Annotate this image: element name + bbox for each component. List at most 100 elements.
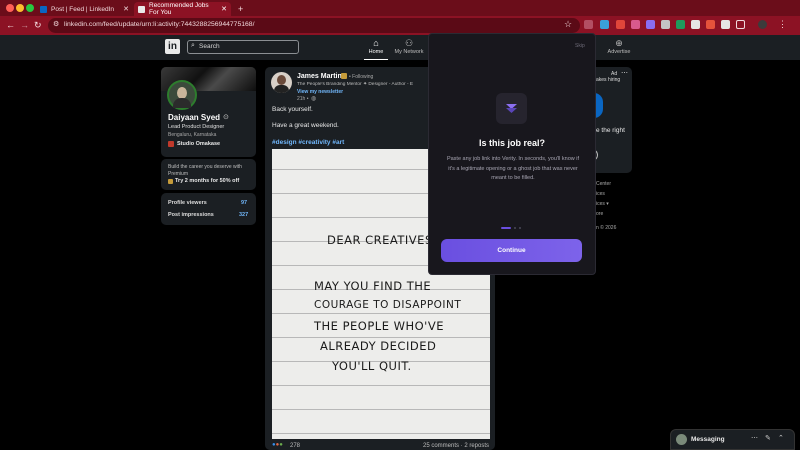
image-handwriting-line: DEAR CREATIVES	[327, 233, 433, 247]
close-window-button[interactable]	[6, 4, 14, 12]
reactions-icon: ●●●	[272, 442, 283, 448]
browser-tab-bar: Post | Feed | LinkedIn ✕ Recommended Job…	[0, 0, 800, 16]
reactions-count[interactable]: 278	[290, 443, 300, 449]
stat-label: Profile viewers	[168, 200, 207, 206]
popup-title: Is this job real?	[478, 138, 545, 148]
author-avatar[interactable]	[271, 72, 292, 93]
maximize-window-button[interactable]	[26, 4, 34, 12]
chevron-up-icon[interactable]: ⌃	[778, 434, 784, 442]
extensions-puzzle-icon[interactable]	[736, 20, 745, 29]
nav-label: My Network	[394, 49, 424, 55]
premium-cta[interactable]: Try 2 months for 50% off	[175, 178, 239, 184]
post-text-line: Back yourself.	[272, 106, 313, 113]
verity-logo	[496, 93, 527, 124]
image-handwriting-line: COURAGE TO DISAPPOINT	[314, 299, 462, 311]
tab-linkedin-post[interactable]: Post | Feed | LinkedIn ✕	[36, 2, 133, 16]
url-text: linkedin.com/feed/update/urn:li:activity…	[64, 21, 255, 28]
premium-badge-icon	[341, 73, 347, 79]
messaging-avatar	[676, 434, 687, 445]
copyright: n © 2026	[596, 225, 617, 231]
advertise-icon: ⊕	[615, 38, 623, 48]
profile-card[interactable]: Daiyaan Syed ⊙ Lead Product Designer Ben…	[161, 67, 256, 157]
tab-label: Post | Feed | LinkedIn	[51, 5, 114, 13]
profile-headline: Lead Product Designer	[168, 124, 225, 130]
compose-icon[interactable]: ✎	[765, 434, 771, 442]
ad-menu-icon[interactable]: ⋯	[621, 69, 628, 77]
address-bar[interactable]: ⚙ linkedin.com/feed/update/urn:li:activi…	[48, 18, 580, 33]
extension-icon[interactable]	[600, 20, 609, 29]
post-hashtags[interactable]: #design #creativity #art	[272, 139, 344, 146]
footer-link[interactable]: Center	[596, 181, 611, 187]
search-icon: ⌕	[191, 42, 195, 49]
shield-extension-icon[interactable]	[616, 20, 625, 29]
forward-icon[interactable]: →	[20, 20, 29, 30]
premium-card[interactable]: Build the career you deserve with Premiu…	[161, 159, 256, 190]
verified-icon: ⊙	[223, 114, 229, 121]
footer-link[interactable]: ices ▾	[596, 201, 609, 207]
image-handwriting-line: MAY YOU FIND THE	[314, 279, 432, 293]
reload-icon[interactable]: ↻	[34, 20, 42, 31]
nav-label: Home	[368, 49, 384, 55]
image-handwriting-line: ALREADY DECIDED	[320, 339, 437, 353]
nav-my-network[interactable]: ⚇ My Network	[392, 38, 426, 55]
site-info-icon[interactable]: ⚙	[53, 20, 59, 28]
verity-chevron-icon	[506, 104, 517, 113]
ad-headline: e the right	[596, 127, 625, 134]
extension-icon[interactable]	[721, 20, 730, 29]
nav-advertise[interactable]: ⊕ Advertise	[604, 38, 634, 55]
footer-link[interactable]: ices	[596, 191, 605, 197]
messaging-bar[interactable]: Messaging ⋯ ✎ ⌃	[670, 429, 795, 450]
profile-stats-card: Profile viewers 97 Post impressions 327	[161, 193, 256, 225]
following-label: • Following	[349, 74, 374, 80]
extension-icon[interactable]	[646, 20, 655, 29]
premium-text: Build the career you deserve with Premiu…	[168, 164, 242, 177]
extension-icon[interactable]	[676, 20, 685, 29]
step-indicator-active	[501, 227, 511, 229]
search-input[interactable]: ⌕ Search	[187, 40, 299, 54]
extension-icon[interactable]	[661, 20, 670, 29]
profile-company[interactable]: Studio Omakase	[177, 141, 220, 147]
close-tab-icon[interactable]: ✕	[221, 5, 227, 13]
new-tab-button[interactable]: +	[234, 2, 246, 16]
post-time: 21h •	[297, 96, 309, 102]
profile-name[interactable]: Daiyaan Syed	[168, 113, 220, 122]
newsletter-link[interactable]: View my newsletter	[297, 89, 343, 95]
nav-home[interactable]: ⌂ Home	[364, 38, 388, 60]
image-handwriting-line: THE PEOPLE WHO'VE	[314, 319, 444, 333]
post-text-line: Have a great weekend.	[272, 122, 339, 129]
comments-reposts-count[interactable]: 25 comments · 2 reposts	[423, 443, 489, 449]
continue-button[interactable]: Continue	[441, 239, 582, 262]
extension-icon[interactable]	[706, 20, 715, 29]
messaging-label: Messaging	[691, 436, 725, 443]
globe-icon: ◍	[311, 96, 317, 102]
nav-label: Advertise	[607, 49, 631, 55]
step-indicator	[514, 227, 516, 229]
search-placeholder: Search	[199, 43, 220, 50]
image-handwriting-line: YOU'LL QUIT.	[332, 359, 412, 373]
company-logo-icon	[168, 141, 174, 147]
linkedin-header: in ⌕ Search ⌂ Home ⚇ My Network ⊕ Advert…	[0, 35, 800, 60]
bookmark-star-icon[interactable]: ☆	[564, 19, 572, 30]
avatar[interactable]	[167, 80, 197, 110]
tab-recommended-jobs[interactable]: Recommended Jobs For You ✕	[134, 2, 231, 16]
post-author-name[interactable]: James Martin	[297, 73, 342, 80]
profile-avatar-icon[interactable]	[758, 20, 767, 29]
verity-extension-icon[interactable]	[584, 20, 593, 29]
skip-button[interactable]: Skip	[575, 43, 585, 49]
stat-label: Post impressions	[168, 212, 214, 218]
linkedin-favicon-icon	[40, 5, 47, 13]
step-indicator	[519, 227, 521, 229]
extension-icon[interactable]	[691, 20, 700, 29]
more-options-icon[interactable]: ⋯	[751, 434, 758, 442]
jobs-favicon-icon	[138, 5, 145, 13]
profile-location: Bengaluru, Karnataka	[168, 132, 217, 138]
back-icon[interactable]: ←	[6, 20, 15, 30]
minimize-window-button[interactable]	[16, 4, 24, 12]
home-icon: ⌂	[373, 38, 379, 48]
stat-value: 97	[241, 200, 248, 206]
close-tab-icon[interactable]: ✕	[123, 5, 129, 13]
footer-link[interactable]: ore	[596, 211, 603, 217]
linkedin-logo[interactable]: in	[165, 39, 180, 54]
browser-menu-icon[interactable]: ⋮	[778, 19, 787, 30]
extension-icon[interactable]	[631, 20, 640, 29]
